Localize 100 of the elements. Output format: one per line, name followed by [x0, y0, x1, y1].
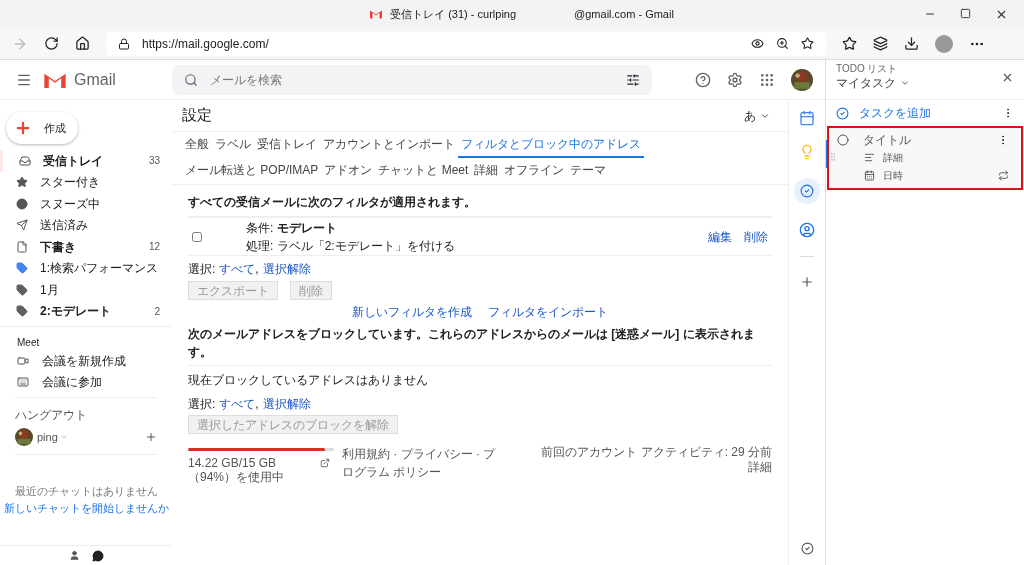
- activity-text: 前回のアカウント アクティビティ: 29 分前: [541, 445, 772, 460]
- nav-item[interactable]: 下書き 12: [0, 236, 172, 258]
- filter-checkbox[interactable]: [192, 231, 202, 242]
- filter-options-icon[interactable]: [626, 72, 640, 87]
- separator-text: ,: [255, 396, 259, 413]
- empty-chat-text: 最近のチャットはありません: [14, 484, 158, 499]
- tasks-icon[interactable]: [794, 178, 820, 204]
- settings-tab[interactable]: オフライン: [501, 158, 568, 184]
- task-checkbox[interactable]: [837, 134, 849, 146]
- storage-text: 14.22 GB/15 GB（94%）を使用中: [188, 456, 286, 484]
- item-count: 2: [154, 304, 160, 319]
- policy-links[interactable]: 利用規約 · プライバシー · プログラム ポリシー: [342, 445, 507, 484]
- settings-tab[interactable]: チャットと Meet: [375, 158, 472, 184]
- settings-icon[interactable]: [727, 71, 743, 88]
- filter-link[interactable]: フィルタをインポート: [488, 303, 608, 321]
- task-details: 詳細: [883, 150, 903, 165]
- select-all-link[interactable]: すべて: [219, 395, 256, 413]
- nav-item[interactable]: 1:検索パフォーマンス: [0, 257, 172, 279]
- repeat-icon[interactable]: [998, 169, 1009, 181]
- nav-item[interactable]: 会議に参加: [0, 371, 172, 393]
- panel-caption: TODO リスト: [836, 63, 899, 74]
- contacts-icon[interactable]: [799, 222, 815, 238]
- inbox-icon: [19, 154, 31, 167]
- details-link[interactable]: 詳細: [541, 460, 772, 475]
- nav-item[interactable]: スター付き: [0, 171, 172, 193]
- delete-link[interactable]: 削除: [744, 227, 768, 246]
- filter-action: 処理: ラベル「2:モデレート」を付ける: [246, 237, 456, 255]
- address-bar[interactable]: https://mail.google.com/: [106, 31, 826, 56]
- eye-icon[interactable]: [751, 37, 764, 50]
- settings-tab[interactable]: アドオン: [321, 158, 376, 184]
- app-name: Gmail: [74, 69, 116, 90]
- empty-blocked-text: 現在ブロックしているアドレスはありません: [188, 372, 429, 389]
- collections-icon[interactable]: [873, 36, 888, 51]
- add-task-icon: [836, 106, 849, 120]
- nav-item[interactable]: 1月: [0, 279, 172, 301]
- item-count: 12: [148, 240, 160, 255]
- nav-item[interactable]: 送信済み: [0, 214, 172, 236]
- url-text: https://mail.google.com/: [142, 35, 270, 53]
- contacts-icon[interactable]: [68, 550, 80, 561]
- compose-button[interactable]: 作成: [6, 112, 78, 144]
- nav-item[interactable]: 会議を新規作成: [0, 350, 172, 372]
- reload-icon[interactable]: [44, 36, 59, 51]
- select-all-link[interactable]: すべて: [219, 260, 256, 278]
- settings-tab[interactable]: テーマ: [567, 158, 610, 184]
- add-icon[interactable]: [145, 431, 157, 443]
- settings-tab[interactable]: メール転送と POP/IMAP: [182, 158, 322, 184]
- add-task-button[interactable]: タスクを追加: [859, 104, 992, 122]
- external-link-icon[interactable]: [320, 458, 330, 468]
- details-icon: [864, 151, 875, 163]
- help-icon[interactable]: [695, 71, 711, 88]
- close-icon[interactable]: [1001, 71, 1014, 84]
- section-title: Meet: [16, 336, 41, 350]
- task-item[interactable]: タイトル 詳細 日時: [827, 126, 1023, 190]
- settings-tab[interactable]: ラベル: [212, 132, 254, 158]
- favorites-icon[interactable]: [842, 36, 857, 51]
- gmail-logo-icon: [44, 71, 66, 88]
- drag-handle-icon[interactable]: [828, 152, 838, 162]
- maximize-icon[interactable]: [960, 7, 971, 19]
- nav-item[interactable]: 2:モデレート 2: [0, 300, 172, 322]
- profile-avatar[interactable]: [935, 34, 953, 53]
- gmail-logo-icon: [370, 9, 383, 19]
- star-icon: [16, 176, 28, 189]
- list-dropdown[interactable]: マイタスク: [836, 74, 1001, 92]
- apps-icon[interactable]: [759, 71, 775, 88]
- filter-condition: 条件: モデレート: [246, 219, 338, 237]
- chat-icon[interactable]: [91, 549, 104, 562]
- input-tool-button[interactable]: あ: [744, 106, 770, 125]
- clock-icon: [16, 197, 28, 210]
- edit-link[interactable]: 編集: [708, 227, 732, 246]
- document-icon: [16, 240, 28, 253]
- select-none-link[interactable]: 選択解除: [262, 260, 311, 278]
- video-icon: [17, 354, 29, 367]
- settings-tab[interactable]: アカウントとインポート: [320, 132, 458, 158]
- zoom-icon[interactable]: [776, 37, 789, 50]
- download-icon[interactable]: [904, 36, 919, 51]
- task-date: 日時: [883, 168, 904, 183]
- user-name[interactable]: ping: [37, 428, 58, 446]
- nav-item[interactable]: 受信トレイ 33: [0, 150, 172, 172]
- plus-icon: [14, 119, 32, 137]
- calendar-icon[interactable]: [799, 110, 815, 126]
- search-input[interactable]: メールを検索: [210, 70, 614, 89]
- start-chat-link[interactable]: 新しいチャットを開始しませんか: [3, 499, 169, 516]
- filter-link[interactable]: 新しいフィルタを作成: [352, 303, 472, 321]
- section-title: ハングアウト: [15, 407, 88, 424]
- page-title: 設定: [182, 105, 212, 126]
- add-app-icon[interactable]: [800, 275, 814, 289]
- section-heading: すべての受信メールに次のフィルタが適用されます。: [188, 193, 772, 218]
- favorite-icon[interactable]: [801, 37, 814, 50]
- window-title: 受信トレイ (31) - curlping: [390, 6, 517, 22]
- settings-tab[interactable]: フィルタとブロック中のアドレス: [458, 132, 644, 158]
- item-count: 33: [148, 154, 160, 169]
- settings-tab[interactable]: 全般: [182, 132, 212, 158]
- select-label: 選択:: [188, 396, 216, 413]
- select-none-link[interactable]: 選択解除: [262, 395, 311, 413]
- home-icon[interactable]: [75, 36, 90, 51]
- settings-tab[interactable]: 詳細: [471, 158, 502, 184]
- nav-item[interactable]: スヌーズ中: [0, 193, 172, 215]
- settings-tab[interactable]: 受信トレイ: [254, 132, 320, 158]
- search-field[interactable]: メールを検索: [172, 64, 652, 95]
- window-title: @gmail.com - Gmail: [574, 6, 674, 22]
